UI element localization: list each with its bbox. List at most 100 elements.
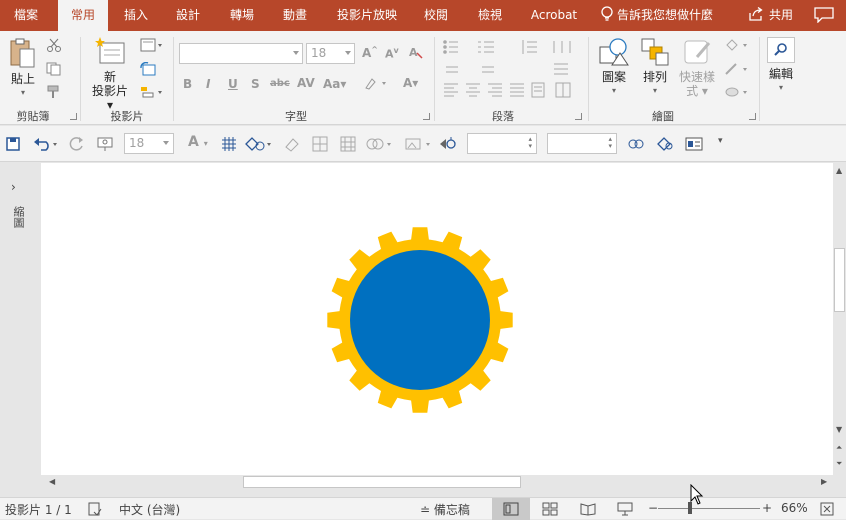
tab-transitions[interactable]: 轉場 bbox=[220, 0, 264, 31]
editing-button[interactable]: 編輯 ▾ bbox=[764, 37, 798, 95]
horizontal-scroll-thumb[interactable] bbox=[243, 476, 521, 488]
table-grid-icon[interactable] bbox=[340, 136, 356, 152]
merge-shapes-icon[interactable] bbox=[366, 136, 394, 152]
tab-slideshow[interactable]: 投影片放映 bbox=[330, 0, 404, 31]
reading-view-icon[interactable] bbox=[580, 502, 596, 516]
picture-icon[interactable] bbox=[404, 136, 434, 152]
font-launcher[interactable] bbox=[423, 113, 430, 120]
tab-home[interactable]: 常用 bbox=[58, 0, 108, 32]
shape-effects-icon[interactable] bbox=[724, 85, 750, 99]
section-icon[interactable] bbox=[140, 85, 164, 99]
normal-view-button[interactable] bbox=[492, 498, 530, 520]
slide-counter: 投影片 1 / 1 bbox=[5, 503, 72, 517]
slide-canvas[interactable] bbox=[41, 163, 833, 475]
clear-formatting-icon[interactable]: A bbox=[408, 45, 424, 59]
font-name-combo[interactable] bbox=[179, 43, 303, 64]
vertical-scroll-thumb[interactable] bbox=[834, 248, 845, 312]
zoom-level[interactable]: 66% bbox=[781, 501, 808, 515]
font-size-combo[interactable]: 18 bbox=[306, 43, 355, 64]
gear-graphic[interactable] bbox=[325, 225, 515, 415]
underline-icon[interactable]: U bbox=[228, 77, 238, 91]
next-slide-icon[interactable]: ⏷ bbox=[836, 459, 842, 469]
shape-height-spinner[interactable]: ▴ ▾ bbox=[467, 133, 537, 154]
shadow-icon[interactable]: S bbox=[251, 77, 260, 91]
grid-icon[interactable] bbox=[221, 136, 237, 152]
scroll-up-icon[interactable]: ▲ bbox=[836, 166, 842, 175]
layout-icon[interactable] bbox=[140, 38, 164, 52]
eraser-icon[interactable] bbox=[284, 136, 300, 152]
font-color-icon[interactable]: A▾ bbox=[403, 76, 418, 90]
copy-icon[interactable] bbox=[46, 62, 62, 76]
text-box-icon[interactable] bbox=[685, 136, 703, 152]
comment-icon[interactable] bbox=[814, 7, 834, 23]
animation-pane-icon[interactable] bbox=[438, 135, 458, 153]
quick-styles-label-1: 快速樣 bbox=[678, 70, 715, 84]
shape-fill-icon[interactable] bbox=[724, 38, 750, 52]
save-icon[interactable] bbox=[6, 137, 20, 151]
horizontal-scrollbar[interactable]: ◀ ▶ bbox=[41, 475, 833, 489]
change-case-icon[interactable]: Aa▾ bbox=[323, 77, 346, 91]
redo-icon[interactable] bbox=[69, 136, 85, 152]
reset-slide-icon[interactable] bbox=[140, 62, 156, 76]
scroll-right-icon[interactable]: ▶ bbox=[821, 477, 827, 486]
fit-to-window-icon[interactable] bbox=[820, 502, 834, 516]
shrink-font-icon[interactable]: Av bbox=[385, 46, 399, 61]
thumbnails-label[interactable]: 縮圖 bbox=[10, 206, 25, 228]
blue-circle-shape[interactable] bbox=[350, 250, 490, 390]
qat-shapes-icon[interactable] bbox=[244, 136, 274, 152]
qat-font-size-combo[interactable]: 18 bbox=[124, 133, 174, 154]
slides-group-label: 投影片 bbox=[110, 110, 144, 123]
tab-view[interactable]: 檢視 bbox=[468, 0, 512, 31]
slide-sorter-icon[interactable] bbox=[542, 502, 558, 516]
strikethrough-icon[interactable]: abc bbox=[270, 78, 290, 89]
paste-button[interactable]: 貼上 ▾ bbox=[6, 37, 40, 100]
shape-width-spinner[interactable]: ▴ ▾ bbox=[547, 133, 617, 154]
slideshow-view-icon[interactable] bbox=[617, 502, 633, 516]
paragraph-launcher[interactable] bbox=[575, 113, 582, 120]
language-indicator[interactable]: 中文 (台灣) bbox=[119, 501, 180, 518]
scroll-left-icon[interactable]: ◀ bbox=[49, 477, 55, 486]
bold-icon[interactable]: B bbox=[183, 77, 192, 91]
tab-animations[interactable]: 動畫 bbox=[273, 0, 317, 31]
ribbon-tab-bar: 檔案 常用 插入 設計 轉場 動畫 投影片放映 校閱 檢視 Acrobat 告訴… bbox=[0, 0, 846, 32]
shape-outline-icon[interactable] bbox=[724, 62, 750, 76]
format-painter-icon[interactable] bbox=[46, 85, 62, 99]
scroll-down-icon[interactable]: ▼ bbox=[836, 425, 842, 434]
tab-review[interactable]: 校閱 bbox=[414, 0, 458, 31]
vertical-scrollbar[interactable]: ▲ ▼ ⏶ ⏷ bbox=[833, 163, 846, 475]
expand-pane-icon[interactable]: › bbox=[11, 180, 16, 194]
highlight-icon[interactable] bbox=[364, 76, 388, 90]
tab-design[interactable]: 設計 bbox=[166, 0, 210, 31]
qat-font-color-icon[interactable]: A ▾ bbox=[188, 134, 208, 150]
clipboard-launcher[interactable] bbox=[70, 113, 77, 120]
arrange-button[interactable]: 排列 ▾ bbox=[636, 37, 674, 98]
zoom-in-button[interactable]: + bbox=[762, 501, 772, 515]
notes-button[interactable]: ≐ 備忘稿 bbox=[420, 501, 470, 518]
customize-qat-icon[interactable]: ▾ bbox=[718, 136, 723, 146]
char-spacing-icon[interactable]: AV bbox=[297, 76, 315, 90]
undo-icon[interactable] bbox=[33, 136, 59, 152]
tab-file[interactable]: 檔案 bbox=[0, 0, 52, 31]
quick-styles-button[interactable]: 快速樣 式 ▾ bbox=[676, 37, 718, 98]
arrange-icon bbox=[641, 38, 669, 66]
mouse-cursor-icon bbox=[690, 484, 704, 505]
tab-insert[interactable]: 插入 bbox=[114, 0, 158, 31]
new-slide-button[interactable]: 新 投影片 ▾ bbox=[88, 37, 132, 112]
table-icon[interactable] bbox=[312, 136, 328, 152]
tab-acrobat[interactable]: Acrobat bbox=[524, 0, 584, 31]
zoom-slider-track[interactable] bbox=[658, 508, 760, 509]
recolor-icon[interactable] bbox=[628, 136, 644, 152]
drawing-launcher[interactable] bbox=[749, 113, 756, 120]
edit-shape-icon[interactable] bbox=[656, 136, 674, 152]
share-button[interactable]: 共用 bbox=[748, 0, 793, 31]
tell-me-search[interactable]: 告訴我您想做什麼 bbox=[600, 0, 713, 31]
previous-slide-icon[interactable]: ⏶ bbox=[836, 443, 842, 453]
start-slideshow-icon[interactable] bbox=[96, 136, 116, 152]
cut-icon[interactable] bbox=[46, 38, 62, 52]
grow-font-icon[interactable]: A^ bbox=[362, 45, 378, 60]
clipboard-paste-icon bbox=[10, 38, 35, 68]
shapes-button[interactable]: 圖案 ▾ bbox=[594, 37, 634, 98]
zoom-out-button[interactable]: − bbox=[648, 501, 658, 515]
spell-check-icon[interactable] bbox=[88, 502, 102, 516]
italic-icon[interactable]: I bbox=[206, 77, 210, 91]
